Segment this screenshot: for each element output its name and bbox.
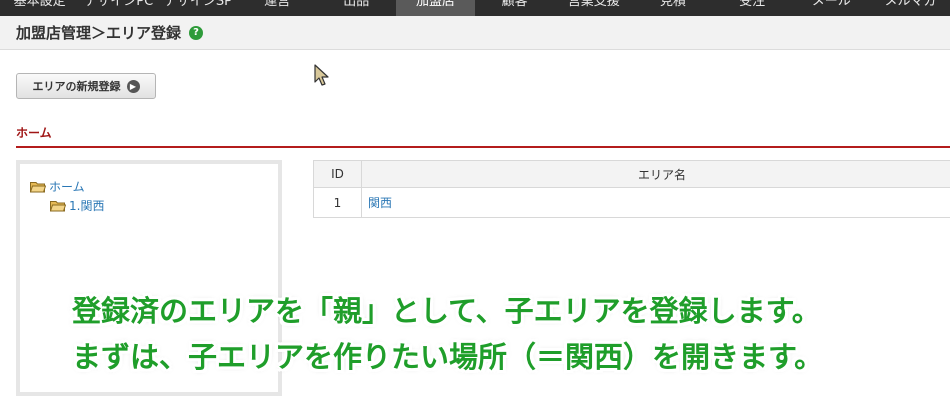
tree-node-kansai-label: 1.関西 [69, 199, 105, 213]
table-header-row: ID エリア名 [313, 160, 950, 188]
caption-line-1: 登録済のエリアを「親」として、子エリアを登録します。 [72, 294, 821, 328]
nav-item-franchise[interactable]: 加盟店 [395, 0, 476, 16]
nav-item-mail[interactable]: メール [792, 0, 871, 16]
new-area-button[interactable]: エリアの新規登録 ▶ [16, 73, 156, 99]
tree-node-kansai[interactable]: 1.関西 [50, 197, 104, 214]
nav-item-design-pc[interactable]: デザインPC [79, 0, 158, 16]
tree-node-home[interactable]: ホーム [30, 178, 85, 195]
folder-open-icon [30, 181, 46, 192]
page-title: 加盟店管理＞エリア登録 [16, 24, 182, 42]
nav-item-operation[interactable]: 運営 [238, 0, 317, 16]
question-circle-icon[interactable]: ? [189, 25, 204, 40]
tree-node-home-label: ホーム [49, 180, 85, 194]
top-nav: 基本設定 デザインPC デザインSP 運営 出品 加盟店 顧客 営業支援 見積 … [0, 0, 950, 16]
column-header-area-name: エリア名 [361, 160, 950, 188]
nav-item-orders[interactable]: 受注 [713, 0, 792, 16]
table-row: 1 関西 [313, 187, 950, 218]
arrow-right-circle-icon: ▶ [126, 79, 140, 93]
nav-item-customer[interactable]: 顧客 [475, 0, 554, 16]
section-heading: ホーム [16, 126, 52, 140]
nav-item-basic-settings[interactable]: 基本設定 [0, 0, 79, 16]
section-divider [16, 146, 950, 148]
cell-id: 1 [313, 187, 362, 218]
nav-item-listing[interactable]: 出品 [317, 0, 396, 16]
folder-open-icon [50, 200, 66, 211]
title-bar: 加盟店管理＞エリア登録 ? [0, 16, 950, 50]
mouse-cursor-icon [314, 64, 329, 86]
nav-item-mail-magazine[interactable]: メルマガ [871, 0, 950, 16]
nav-item-design-sp[interactable]: デザインSP [158, 0, 237, 16]
nav-item-estimate[interactable]: 見積 [633, 0, 712, 16]
nav-item-sales-support[interactable]: 営業支援 [554, 0, 633, 16]
area-table: ID エリア名 1 関西 [313, 160, 950, 218]
page: 基本設定 デザインPC デザインSP 運営 出品 加盟店 顧客 営業支援 見積 … [0, 0, 950, 402]
instruction-caption: 登録済のエリアを「親」として、子エリアを登録します。 まずは、子エリアを作りたい… [0, 282, 950, 392]
caption-line-2: まずは、子エリアを作りたい場所（＝関西）を開きます。 [72, 340, 824, 374]
column-header-id: ID [313, 160, 362, 188]
new-area-button-label: エリアの新規登録 [32, 80, 121, 93]
cell-area-name-link[interactable]: 関西 [361, 187, 950, 218]
